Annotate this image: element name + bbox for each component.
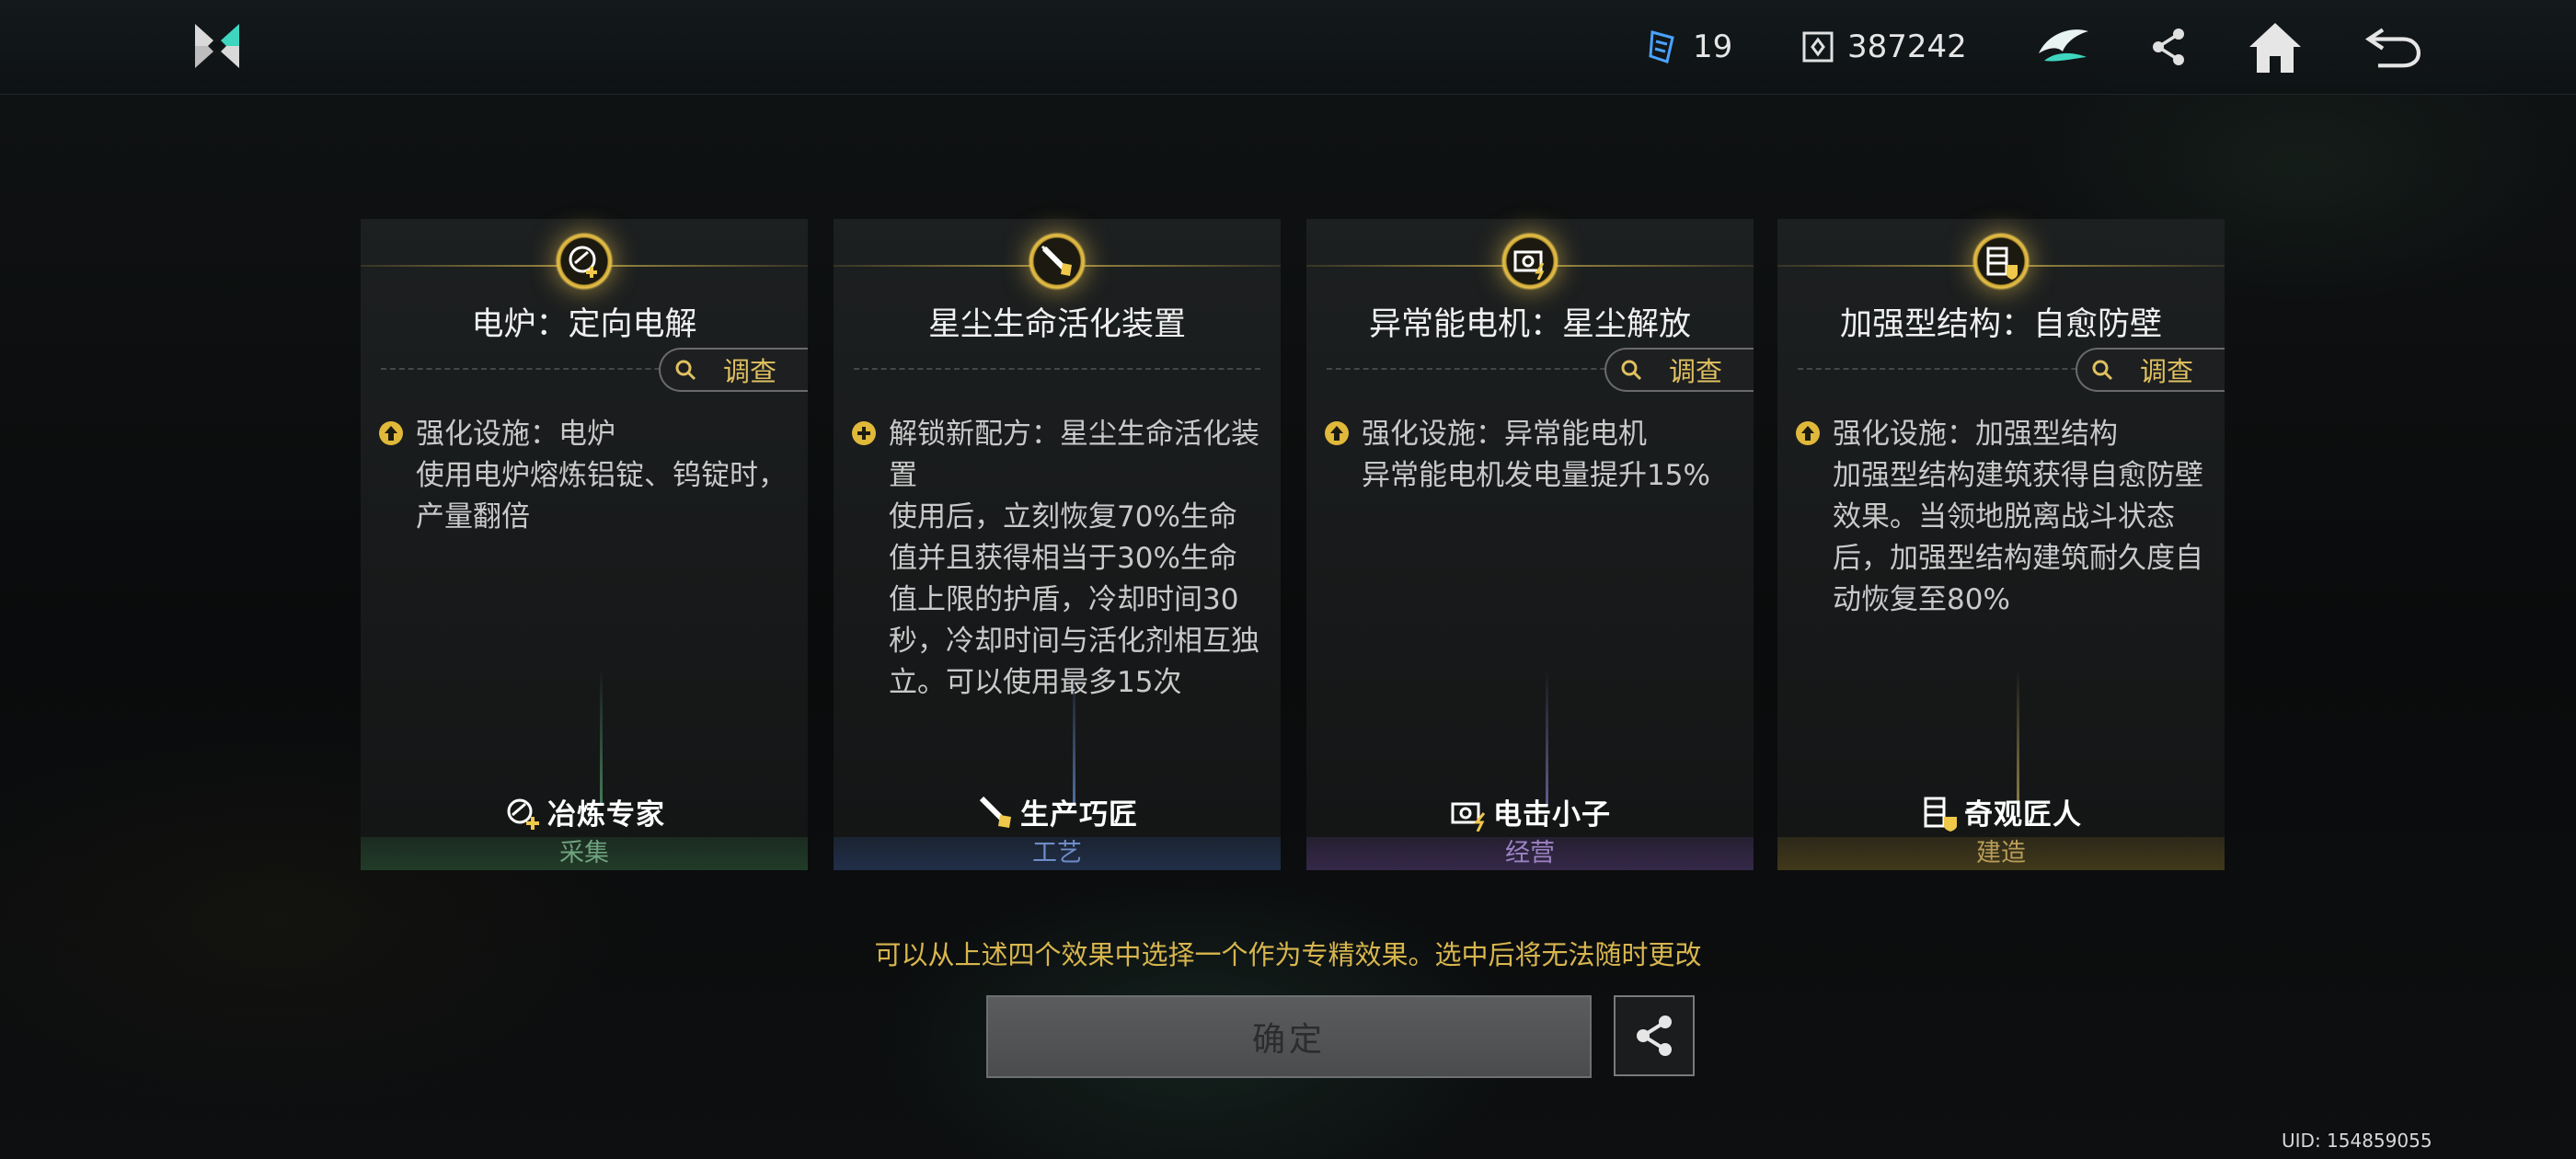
crystal-resource[interactable]: 19 bbox=[1647, 24, 1732, 70]
inspect-label: 调查 bbox=[1669, 356, 1723, 387]
upgrade-arrow-icon bbox=[1325, 421, 1349, 445]
role-name: 生产巧匠 bbox=[1020, 798, 1138, 832]
smelter-role-icon bbox=[507, 798, 539, 830]
home-icon[interactable] bbox=[2245, 17, 2306, 77]
effect-body: 异常能电机发电量提升15% bbox=[1362, 459, 1710, 492]
inspect-button[interactable]: 调查 bbox=[2076, 348, 2225, 392]
effect-body: 使用电炉熔炼铝锭、钨锭时，产量翻倍 bbox=[416, 459, 787, 534]
effect-head: 强化设施：加强型结构 bbox=[1833, 418, 2118, 451]
share-button[interactable] bbox=[1614, 995, 1695, 1076]
role-name: 奇观匠人 bbox=[1964, 798, 2082, 832]
upgrade-arrow-icon bbox=[379, 421, 403, 445]
inspect-label: 调查 bbox=[2140, 356, 2194, 387]
glow-line bbox=[2017, 668, 2019, 806]
glow-line bbox=[1073, 668, 1075, 806]
user-id: UID: 154859055 bbox=[2282, 1130, 2432, 1152]
role-label: 电击小子 bbox=[1306, 791, 1754, 832]
effect-description: 强化设施：电炉 使用电炉熔炼铝锭、钨锭时，产量翻倍 bbox=[377, 414, 788, 538]
builder-role-icon bbox=[1924, 797, 1957, 832]
card-title: 加强型结构：自愈防壁 bbox=[1839, 306, 2162, 343]
selection-hint: 可以从上述四个效果中选择一个作为专精效果。选中后将无法随时更改 bbox=[874, 939, 1702, 970]
card-title: 异常能电机：星尘解放 bbox=[1368, 306, 1691, 343]
game-logo-icon[interactable] bbox=[190, 18, 245, 74]
specialization-card-2[interactable]: 星尘生命活化装置 解锁新配方：星尘生命活化装置 使用后，立刻恢复70%生命值并且… bbox=[834, 219, 1281, 870]
craftsman-role-icon bbox=[979, 796, 1011, 828]
category-label: 经营 bbox=[1306, 837, 1754, 870]
effect-description: 强化设施：异常能电机 异常能电机发电量提升15% bbox=[1323, 414, 1733, 497]
faction-emblem-icon[interactable] bbox=[2033, 17, 2094, 77]
coin-count: 387242 bbox=[1847, 29, 1967, 65]
search-icon bbox=[675, 360, 696, 381]
search-icon bbox=[1621, 360, 1642, 381]
confirm-button[interactable]: 确定 bbox=[986, 995, 1592, 1078]
back-icon[interactable] bbox=[2363, 17, 2423, 77]
card-title: 电炉：定向电解 bbox=[471, 306, 697, 343]
electric-role-icon bbox=[1451, 802, 1486, 832]
category-label: 采集 bbox=[361, 837, 808, 870]
glow-line bbox=[600, 668, 603, 806]
inspect-button[interactable]: 调查 bbox=[659, 348, 808, 392]
specialization-card-4[interactable]: 加强型结构：自愈防壁 调查 强化设施：加强型结构 加强型结构建筑获得自愈防壁效果… bbox=[1777, 219, 2225, 870]
upgrade-arrow-icon bbox=[1796, 421, 1820, 445]
search-icon bbox=[2092, 360, 2113, 381]
coin-icon bbox=[1802, 31, 1834, 63]
effect-head: 解锁新配方：星尘生命活化装置 bbox=[889, 418, 1259, 492]
category-label: 建造 bbox=[1777, 837, 2225, 870]
share-icon bbox=[1637, 1016, 1672, 1056]
role-name: 冶炼专家 bbox=[547, 798, 665, 832]
unlock-plus-icon bbox=[852, 421, 876, 445]
role-name: 电击小子 bbox=[1493, 798, 1611, 832]
top-bar: 19 387242 bbox=[0, 0, 2576, 95]
effect-body: 加强型结构建筑获得自愈防壁效果。当领地脱离战斗状态后，加强型结构建筑耐久度自动恢… bbox=[1833, 459, 2203, 616]
role-label: 生产巧匠 bbox=[834, 791, 1281, 832]
inspect-label: 调查 bbox=[723, 356, 777, 387]
specialization-card-1[interactable]: 电炉：定向电解 调查 强化设施：电炉 使用电炉熔炼铝锭、钨锭时，产量翻倍 冶炼专… bbox=[361, 219, 808, 870]
furnace-emblem-icon bbox=[555, 232, 614, 291]
crystal-count: 19 bbox=[1693, 29, 1733, 65]
coin-resource[interactable]: 387242 bbox=[1801, 24, 1967, 70]
effect-description: 强化设施：加强型结构 加强型结构建筑获得自愈防壁效果。当领地脱离战斗状态后，加强… bbox=[1794, 414, 2204, 621]
structure-emblem-icon bbox=[1972, 232, 2030, 291]
card-title: 星尘生命活化装置 bbox=[927, 306, 1186, 343]
specialization-card-3[interactable]: 异常能电机：星尘解放 调查 强化设施：异常能电机 异常能电机发电量提升15% 电… bbox=[1306, 219, 1754, 870]
crystal-icon bbox=[1649, 30, 1674, 63]
glow-line bbox=[1546, 668, 1548, 806]
screen: 19 387242 电炉：定向电解 调查 强化设施：电炉 使用电炉熔炼铝锭、钨锭… bbox=[0, 0, 2576, 1159]
inspect-button[interactable]: 调查 bbox=[1604, 348, 1754, 392]
effect-description: 解锁新配方：星尘生命活化装置 使用后，立刻恢复70%生命值并且获得相当于30%生… bbox=[850, 414, 1260, 704]
role-label: 冶炼专家 bbox=[361, 791, 808, 832]
category-label: 工艺 bbox=[834, 837, 1281, 870]
effect-head: 强化设施：电炉 bbox=[416, 418, 615, 451]
dashed-divider bbox=[854, 368, 1260, 370]
effect-head: 强化设施：异常能电机 bbox=[1362, 418, 1647, 451]
generator-emblem-icon bbox=[1501, 232, 1559, 291]
share-icon[interactable] bbox=[2138, 17, 2199, 77]
role-label: 奇观匠人 bbox=[1777, 791, 2225, 832]
injector-emblem-icon bbox=[1028, 232, 1087, 291]
